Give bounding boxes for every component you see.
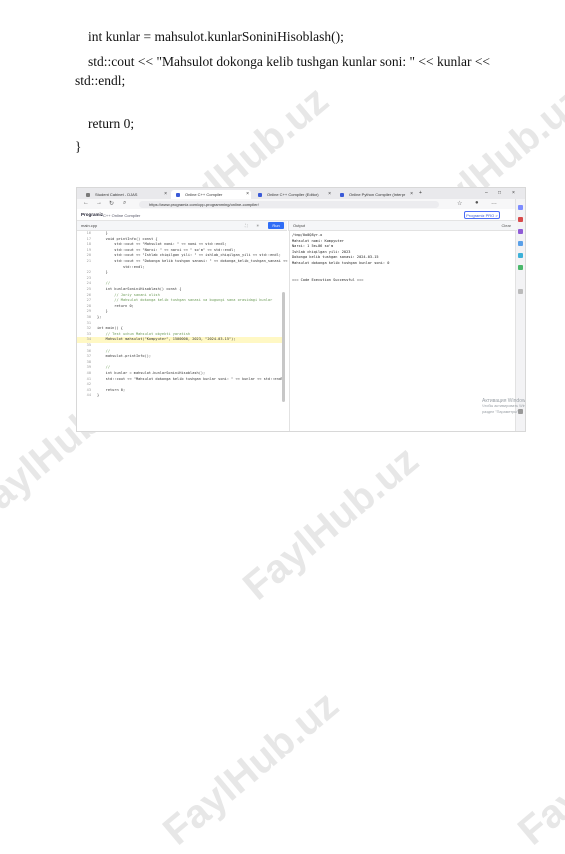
editor-line-text: std::cout << "Ishlab chiqilgan yili: " <… (97, 253, 281, 258)
breadcrumb: C++ Online Compiler (103, 212, 141, 218)
file-tab[interactable]: main.cpp (81, 223, 97, 228)
close-icon[interactable]: × (164, 190, 167, 199)
shopping-icon[interactable] (518, 217, 523, 222)
editor-line-text: std::endl; (97, 264, 145, 269)
add-icon[interactable] (518, 289, 523, 294)
favorite-icon[interactable]: ☆ (457, 200, 462, 207)
editor-line-text: }; (97, 315, 102, 319)
editor-line-text: } (97, 270, 108, 275)
reload-icon[interactable]: ↻ (109, 200, 114, 207)
close-window-icon[interactable]: × (512, 190, 515, 196)
search-icon[interactable] (518, 205, 523, 210)
code-line: std::endl; (75, 73, 126, 88)
close-icon[interactable]: × (410, 190, 413, 199)
editor-toolbar: main.cpp ⛶ ☀ Run (77, 221, 287, 231)
editor-line-text: // Mahsulot dokonga kelib tushgan sanasi… (97, 298, 273, 303)
output-line: === Code Execution Successful === (292, 277, 364, 282)
tab-label: Online Python Compiler (Interpr (349, 192, 406, 197)
drop-icon[interactable] (518, 265, 523, 270)
minimize-icon[interactable]: – (485, 190, 488, 196)
activation-text: раздел "Параметры". (482, 410, 520, 414)
line-number: 44 (86, 393, 91, 398)
fullscreen-icon[interactable]: ⛶ (245, 223, 248, 228)
site-header: Programiz C++ Online Compiler Programiz … (77, 209, 516, 221)
tab-label: Student Cabinet - DJAS (95, 192, 138, 197)
editor-line-text: // (97, 348, 110, 353)
watermark: FaylHub.uz (235, 437, 427, 609)
editor-line-text: std::cout << "Mahsulot nomi: " << nomi <… (97, 242, 227, 247)
search-icon[interactable]: ⌕ (123, 200, 126, 207)
code-line: int kunlar = mahsulot.kunlarSoniniHisobl… (88, 29, 344, 44)
run-button[interactable]: Run (268, 222, 284, 229)
site-logo[interactable]: Programiz (81, 212, 103, 217)
games-icon[interactable] (518, 241, 523, 246)
editor-line-text: // Test uchun Mahsulot obyekti yaratish (97, 331, 191, 336)
browser-tab[interactable]: Student Cabinet - DJAS × (81, 190, 169, 199)
back-icon[interactable]: ← (83, 200, 89, 206)
output-toolbar: Output Clear (288, 221, 517, 231)
editor-line-text: void printInfo() const { (97, 236, 158, 241)
editor-line[interactable]: 44} (77, 393, 100, 399)
output-line: Mahsulot dokonga kelib tushgan kunlar so… (292, 261, 390, 265)
code-editor[interactable]: 16 } 17 void printInfo() const {18 std::c… (77, 231, 287, 431)
address-bar: ← → ↻ ⌕ https://www.programiz.com/cpp-pr… (77, 199, 517, 209)
theme-icon[interactable]: ☀ (256, 223, 260, 228)
editor-line-text: } (97, 231, 108, 235)
close-icon[interactable]: × (328, 190, 331, 199)
editor-line-text: std::cout << "Mahsulot dokonga kelib tus… (97, 376, 286, 381)
clear-button[interactable]: Clear (501, 223, 511, 228)
tab-favicon-icon (176, 193, 180, 197)
tab-label: Online C++ Compiler (Editor) (267, 192, 319, 197)
url-input[interactable]: https://www.programiz.com/cpp-programmin… (139, 200, 439, 208)
editor-line-text: return 0; (97, 387, 126, 392)
code-line: } (75, 139, 82, 154)
tab-label: Online C++ Compiler (185, 192, 223, 197)
editor-line-text: Mahsulot mahsulot("Kompyuter", 1500000, … (97, 337, 236, 342)
close-icon[interactable]: × (246, 190, 249, 199)
outlook-icon[interactable] (518, 253, 523, 258)
browser-tab[interactable]: Online C++ Compiler × (171, 190, 251, 199)
editor-line-text: std::cout << "Dokonga kelib tushgan sana… (97, 259, 288, 263)
editor-line-text: int kunlarSoniniHisoblash() const { (97, 287, 182, 291)
activation-text: Чтобы активировать Windows, перейдите в (482, 404, 526, 408)
menu-icon[interactable]: … (491, 200, 497, 206)
editor-line-text: int kunlar = mahsulot.kunlarSoniniHisobl… (97, 371, 206, 375)
code-line: return 0; (88, 116, 135, 131)
browser-tab[interactable]: Online C++ Compiler (Editor) × (253, 190, 333, 199)
editor-line-text: int main() { (97, 326, 123, 331)
editor-line-text: } (97, 393, 100, 398)
editor-scrollbar[interactable] (282, 292, 285, 402)
tab-favicon-icon (86, 193, 90, 197)
maximize-icon[interactable]: □ (498, 190, 501, 196)
editor-line-text: mahsulot.printInfo(); (97, 354, 152, 359)
editor-line-text: return 0; (97, 303, 134, 308)
browser-tab[interactable]: Online Python Compiler (Interpr × (335, 190, 415, 199)
watermark: FaylHub.uz (510, 682, 565, 854)
compiler-screenshot: Student Cabinet - DJAS × Online C++ Compi… (76, 187, 526, 432)
tab-favicon-icon (258, 193, 262, 197)
profile-icon[interactable]: ● (475, 200, 479, 206)
editor-line-text: } (97, 309, 108, 314)
code-line: std::cout << "Mahsulot dokonga kelib tus… (88, 54, 491, 69)
editor-line-text: // Joriy sanani olish (97, 292, 160, 297)
editor-line-text: // (97, 365, 110, 370)
editor-line-text: std::cout << "Narxi: " << narxi << " so'… (97, 247, 236, 252)
output-label: Output (293, 223, 306, 228)
forward-icon[interactable]: → (96, 200, 102, 206)
browser-tab-bar: Student Cabinet - DJAS × Online C++ Compi… (77, 188, 525, 199)
programiz-pro-button[interactable]: Programiz PRO > (464, 211, 500, 219)
editor-line[interactable]: 41 std::cout << "Mahsulot dokonga kelib … (77, 376, 286, 383)
tools-icon[interactable] (518, 229, 523, 234)
new-tab-icon[interactable]: + (419, 190, 422, 196)
editor-line-text: // (97, 281, 110, 286)
tab-favicon-icon (340, 193, 344, 197)
editor-line[interactable]: 34 Mahsulot mahsulot("Kompyuter", 150000… (77, 337, 283, 343)
watermark: FaylHub.uz (155, 682, 347, 854)
